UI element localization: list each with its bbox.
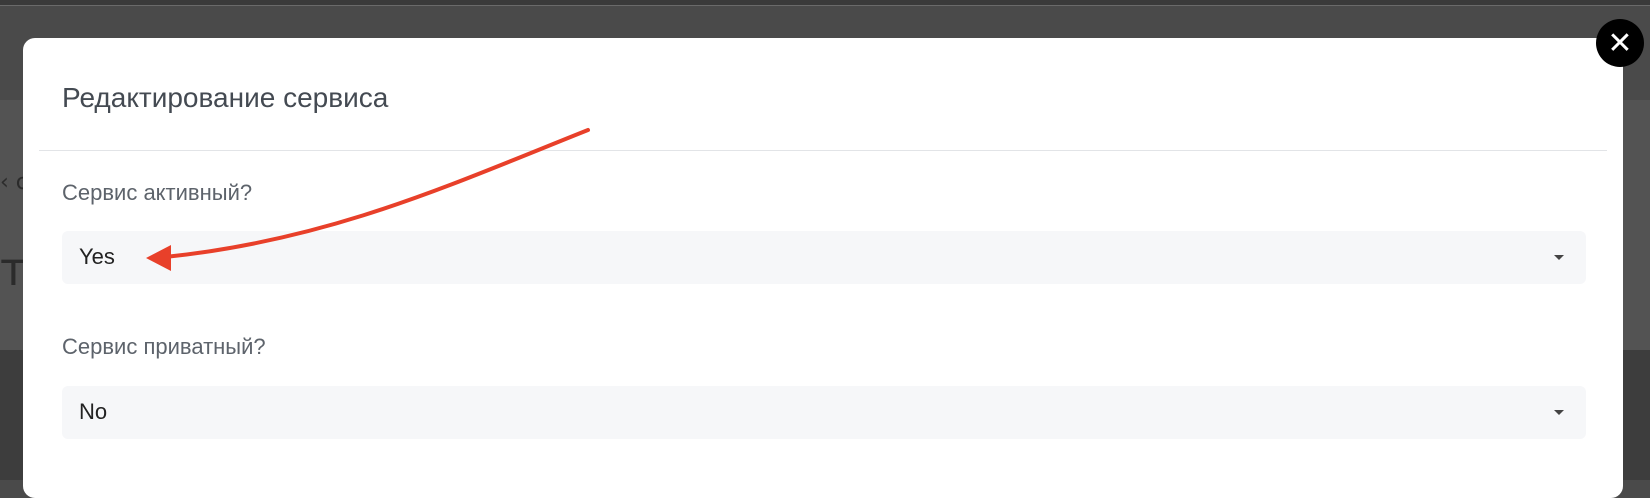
chevron-down-icon xyxy=(1554,255,1564,260)
service-private-value: No xyxy=(79,399,108,424)
chevron-down-icon xyxy=(1554,410,1564,415)
modal-title: Редактирование сервиса xyxy=(62,82,389,113)
service-private-label: Сервис приватный? xyxy=(62,334,266,359)
edit-service-modal: Редактирование сервиса Сервис активный? … xyxy=(23,38,1623,498)
close-icon: ✕ xyxy=(1607,25,1633,61)
service-private-select[interactable]: No xyxy=(62,386,1586,439)
service-active-value: Yes xyxy=(79,244,115,269)
service-active-label: Сервис активный? xyxy=(62,180,253,205)
top-bar xyxy=(0,0,1650,6)
close-button[interactable]: ✕ xyxy=(1596,19,1644,67)
service-active-select[interactable]: Yes xyxy=(62,231,1586,284)
divider xyxy=(39,150,1607,151)
